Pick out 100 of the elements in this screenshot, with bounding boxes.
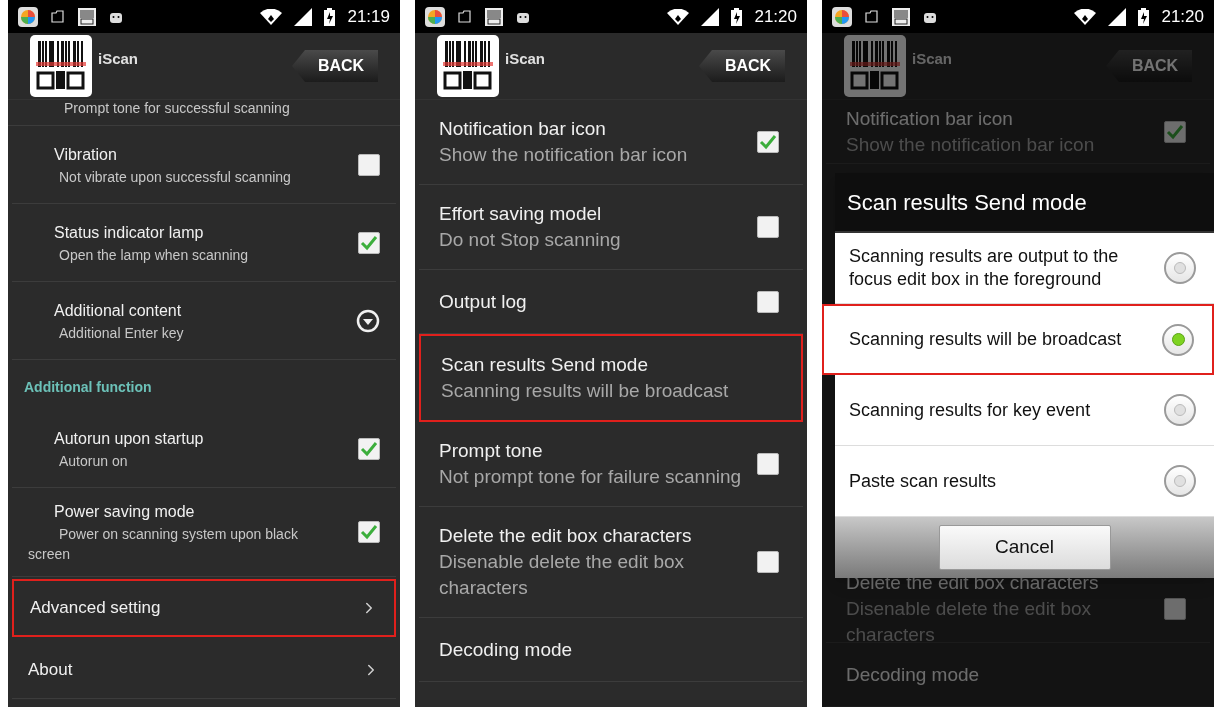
setting-row[interactable]: Notification bar icon Show the notification bar icon (419, 100, 803, 185)
checkbox[interactable] (358, 521, 380, 543)
setting-summary: Disenable delete the edit box characters (439, 550, 686, 600)
dropdown-circle-icon (356, 308, 380, 333)
checkbox[interactable] (757, 453, 779, 475)
option-label: Scanning results for key event (849, 398, 1092, 422)
status-time: 21:20 (754, 5, 797, 28)
setting-title: Decoding mode (846, 662, 981, 687)
setting-title: Scan results Send mode (441, 353, 649, 377)
radio-option[interactable]: Scanning results are output to the focus edit box in the foreground (835, 233, 1214, 304)
setting-title: Status indicator lamp (53, 222, 205, 243)
checkbox[interactable] (1164, 598, 1186, 620)
checkbox[interactable] (358, 437, 380, 460)
setting-title: Autorun upon startup (53, 428, 205, 449)
setting-title: Effort saving model (439, 202, 603, 226)
setting-title: Vibration (53, 144, 118, 165)
checkbox[interactable] (757, 290, 779, 313)
setting-row[interactable]: Decoding mode (826, 643, 1210, 707)
setting-row[interactable]: Notification bar icon Show the notification bar icon (826, 100, 1210, 164)
setting-title: Notification bar icon (846, 106, 1014, 131)
checkmark-icon (759, 134, 777, 150)
setting-row[interactable]: Output log (419, 270, 803, 334)
barcode-icon (485, 7, 503, 26)
setting-row[interactable]: Scan results Send mode Scanning results will be broadcast (419, 334, 803, 422)
checkmark-icon (360, 234, 378, 251)
battery-icon (731, 7, 743, 26)
app-circle-icon (425, 6, 445, 27)
back-button[interactable]: BACK (1106, 50, 1192, 82)
setting-summary: Additional Enter key (58, 323, 185, 343)
barcode-logo-icon (437, 35, 499, 97)
setting-row[interactable]: Effort saving model Do not Stop scanning (419, 185, 803, 270)
back-button[interactable]: BACK (699, 50, 785, 82)
checkmark-icon (1166, 123, 1184, 140)
status-time: 21:20 (1161, 5, 1204, 28)
setting-summary: Not vibrate upon successful scanning (58, 167, 292, 187)
battery-icon (324, 7, 336, 26)
setting-summary: Do not Stop scanning (439, 228, 622, 252)
setting-summary: Scanning results will be broadcast (441, 379, 730, 403)
checkbox[interactable] (358, 231, 380, 254)
setting-title: Notification bar icon (439, 117, 607, 141)
radio-button[interactable] (1164, 394, 1196, 426)
barcode-icon (892, 7, 910, 26)
setting-row[interactable]: Advanced setting (12, 579, 396, 637)
app-title: iScan (98, 48, 140, 69)
option-label: Paste scan results (849, 469, 998, 493)
setting-summary: Show the notification bar icon (439, 143, 689, 167)
checkbox[interactable] (358, 153, 380, 176)
setting-title: Delete the edit box characters (439, 524, 693, 548)
option-label: Scanning results are output to the focus edit box in the foreground (849, 245, 1120, 291)
setting-row[interactable]: About (12, 641, 396, 699)
app-circle-icon (18, 6, 38, 27)
barcode-logo-icon (30, 35, 92, 97)
category-header: Additional function (24, 378, 152, 397)
status-time: 21:19 (347, 5, 390, 28)
checkbox[interactable] (1164, 120, 1186, 143)
setting-row[interactable]: Decoding mode (419, 618, 803, 682)
setting-row[interactable]: Power saving mode Power on scanning system upon black screen (12, 488, 396, 577)
back-button[interactable]: BACK (292, 50, 378, 82)
wifi-icon (260, 8, 283, 25)
folder-icon (50, 8, 66, 25)
wifi-icon (667, 8, 690, 25)
setting-row[interactable]: Delete the edit box characters Disenable delete the edit box characters (419, 507, 803, 618)
setting-row[interactable]: Autorun upon startup Autorun on (12, 410, 396, 488)
signal-icon (701, 7, 720, 26)
setting-title: Power saving mode (53, 502, 196, 522)
cancel-button[interactable]: Cancel (938, 525, 1111, 570)
signal-icon (294, 7, 313, 26)
app-title: iScan (912, 48, 954, 69)
radio-option[interactable]: Scanning results for key event (835, 375, 1214, 446)
radio-option[interactable]: Paste scan results (835, 446, 1214, 517)
app-title: iScan (505, 48, 547, 69)
setting-row[interactable]: Vibration Not vibrate upon successful scanning (12, 126, 396, 204)
barcode-icon (78, 7, 96, 26)
setting-title: Output log (439, 289, 528, 314)
setting-title: About (28, 658, 74, 681)
checkmark-icon (360, 524, 378, 540)
app-circle-icon (832, 6, 852, 27)
radio-button[interactable] (1162, 323, 1194, 356)
checkmark-icon (360, 440, 378, 457)
barcode-logo-icon (844, 35, 906, 97)
folder-icon (457, 8, 473, 25)
setting-summary: Not prompt tone for failure scanning (439, 465, 743, 489)
checkbox[interactable] (757, 216, 779, 238)
radio-button[interactable] (1164, 465, 1196, 497)
setting-summary: Power on scanning system upon black screen (28, 525, 299, 564)
setting-row[interactable]: Status indicator lamp Open the lamp when scanning (12, 204, 396, 282)
setting-summary: Prompt tone for successful scanning (63, 100, 290, 118)
setting-row[interactable]: Additional content Additional Enter key (12, 282, 396, 360)
folder-icon (864, 8, 880, 25)
setting-summary: Autorun on (58, 451, 129, 471)
wifi-icon (1074, 8, 1097, 25)
checkbox[interactable] (757, 131, 779, 153)
signal-icon (1108, 7, 1127, 26)
setting-summary: Open the lamp when scanning (58, 245, 250, 265)
setting-title: Advanced setting (30, 597, 162, 620)
radio-option[interactable]: Scanning results will be broadcast (822, 304, 1214, 375)
radio-button[interactable] (1164, 252, 1196, 284)
checkbox[interactable] (757, 551, 779, 573)
setting-row[interactable]: Prompt tone Not prompt tone for failure scanning (419, 422, 803, 507)
setting-title: Additional content (53, 300, 183, 321)
